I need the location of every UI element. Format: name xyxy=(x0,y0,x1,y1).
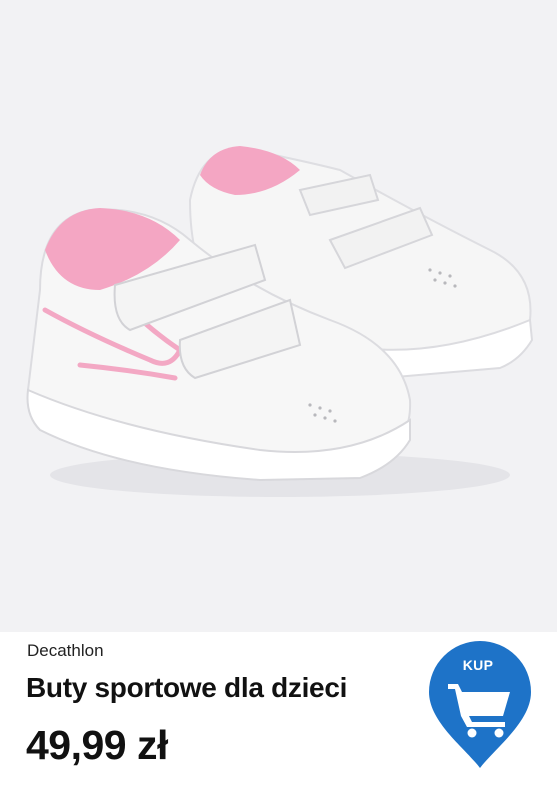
product-price: 49,99 zł xyxy=(26,722,168,768)
product-card[interactable]: Decathlon Buty sportowe dla dzieci 49,99… xyxy=(0,0,557,800)
brand-name: Decathlon xyxy=(27,641,104,660)
buy-label: KUP xyxy=(462,657,494,673)
product-title[interactable]: Buty sportowe dla dzieci xyxy=(26,672,347,704)
product-image[interactable] xyxy=(0,0,557,632)
shoes-illustration xyxy=(26,146,534,497)
buy-button[interactable]: KUP xyxy=(425,640,535,770)
